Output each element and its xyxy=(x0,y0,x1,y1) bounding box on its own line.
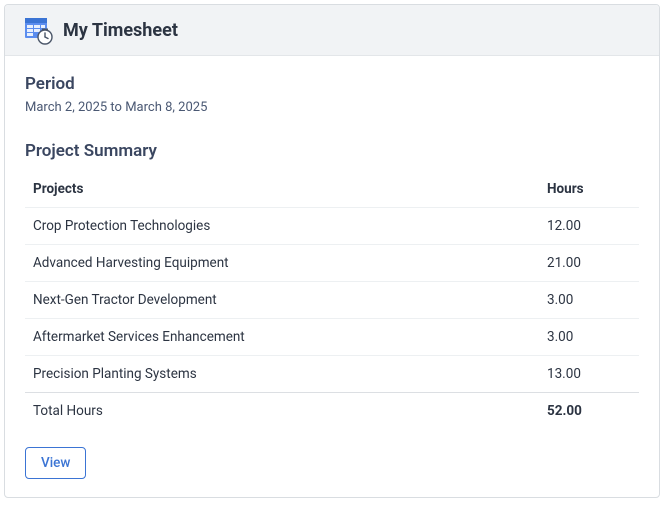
period-heading: Period xyxy=(25,74,639,94)
table-row: Advanced Harvesting Equipment 21.00 xyxy=(25,245,639,282)
total-row: Total Hours 52.00 xyxy=(25,393,639,430)
project-cell: Aftermarket Services Enhancement xyxy=(25,319,539,356)
summary-heading: Project Summary xyxy=(25,141,639,161)
table-row: Aftermarket Services Enhancement 3.00 xyxy=(25,319,639,356)
project-cell: Advanced Harvesting Equipment xyxy=(25,245,539,282)
card-header: My Timesheet xyxy=(5,5,659,56)
timesheet-card: My Timesheet Period March 2, 2025 to Mar… xyxy=(4,4,660,498)
hours-cell: 12.00 xyxy=(539,208,639,245)
period-text: March 2, 2025 to March 8, 2025 xyxy=(25,100,639,115)
col-hours: Hours xyxy=(539,171,639,208)
project-summary-table: Projects Hours Crop Protection Technolog… xyxy=(25,171,639,429)
project-cell: Precision Planting Systems xyxy=(25,356,539,393)
project-cell: Next-Gen Tractor Development xyxy=(25,282,539,319)
view-button[interactable]: View xyxy=(25,447,86,479)
project-cell: Crop Protection Technologies xyxy=(25,208,539,245)
total-label: Total Hours xyxy=(25,393,539,430)
hours-cell: 21.00 xyxy=(539,245,639,282)
timesheet-icon xyxy=(23,15,53,45)
card-title: My Timesheet xyxy=(63,20,178,41)
table-row: Crop Protection Technologies 12.00 xyxy=(25,208,639,245)
table-row: Next-Gen Tractor Development 3.00 xyxy=(25,282,639,319)
hours-cell: 3.00 xyxy=(539,319,639,356)
total-hours: 52.00 xyxy=(539,393,639,430)
table-row: Precision Planting Systems 13.00 xyxy=(25,356,639,393)
card-body: Period March 2, 2025 to March 8, 2025 Pr… xyxy=(5,56,659,497)
hours-cell: 13.00 xyxy=(539,356,639,393)
hours-cell: 3.00 xyxy=(539,282,639,319)
col-projects: Projects xyxy=(25,171,539,208)
